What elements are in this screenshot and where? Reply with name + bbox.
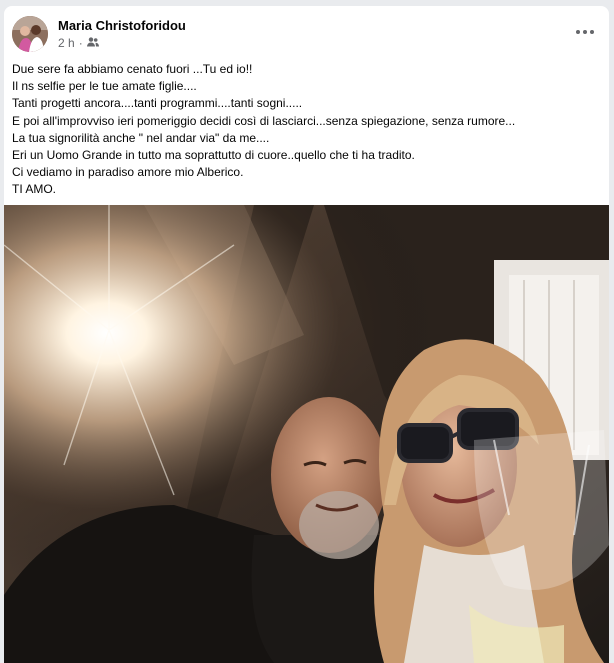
post-card: Maria Christoforidou 2 h · Due sere fa a… [4,6,609,663]
post-text-line: La tua signorilità anche " nel andar via… [12,130,270,145]
post-text: Due sere fa abbiamo cenato fuori ...Tu e… [12,61,599,199]
post-timestamp[interactable]: 2 h [58,36,75,50]
post-text-line: E poi all'improvviso ieri pomeriggio dec… [12,113,516,128]
avatar[interactable] [12,16,48,52]
more-options-icon[interactable] [571,22,599,42]
post-text-line: TI AMO. [12,182,57,197]
post-header: Maria Christoforidou 2 h · [12,16,601,56]
post-text-line: Ci vediamo in paradiso amore mio Alberic… [12,165,244,180]
post-meta: 2 h · [58,36,99,50]
author-name[interactable]: Maria Christoforidou [58,18,186,33]
post-photo[interactable] [4,205,609,663]
post-text-line: Il ns selfie per le tue amate figlie.... [12,79,197,94]
meta-separator: · [78,36,83,50]
post-text-line: Tanti progetti ancora....tanti programmi… [12,96,303,111]
friends-icon[interactable] [86,36,99,50]
post-text-line: Due sere fa abbiamo cenato fuori ...Tu e… [12,62,253,76]
post-text-line: Eri un Uomo Grande in tutto ma soprattut… [12,148,415,163]
